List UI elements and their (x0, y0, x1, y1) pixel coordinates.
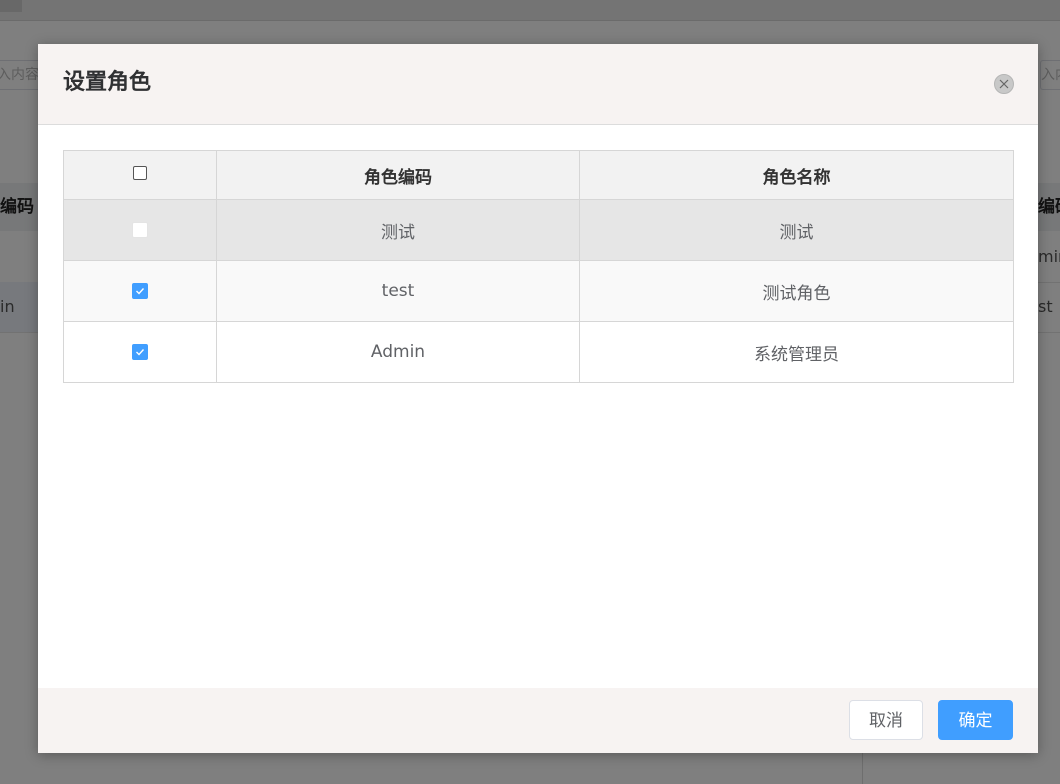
dialog-body: 角色编码 角色名称 测试 测试 test 测试角色 Admin 系统管理员 (63, 150, 1014, 383)
role-name-cell: 测试角色 (579, 260, 1014, 322)
set-role-dialog: 设置角色 角色编码 角色名称 测试 测试 test 测试角色 Admin 系统管… (38, 44, 1038, 753)
select-all-cell (63, 150, 217, 200)
select-cell (63, 260, 217, 322)
table-row[interactable]: test 测试角色 (63, 260, 1014, 322)
column-header-role-name: 角色名称 (579, 150, 1014, 200)
row-checkbox-disabled (132, 222, 148, 238)
table-row: 测试 测试 (63, 199, 1014, 261)
close-icon (999, 79, 1009, 89)
close-button[interactable] (994, 74, 1014, 94)
select-all-checkbox[interactable] (133, 166, 147, 180)
role-name-cell: 测试 (579, 199, 1014, 261)
confirm-button[interactable]: 确定 (938, 700, 1013, 740)
cancel-button[interactable]: 取消 (849, 700, 923, 740)
dialog-title: 设置角色 (63, 70, 152, 95)
role-code-cell: Admin (216, 321, 580, 383)
checkmark-icon (136, 288, 145, 295)
select-cell (63, 199, 217, 261)
column-header-role-code: 角色编码 (216, 150, 580, 200)
role-table: 角色编码 角色名称 测试 测试 test 测试角色 Admin 系统管理员 (63, 150, 1014, 383)
checkmark-icon (136, 349, 145, 356)
row-checkbox-checked[interactable] (132, 344, 148, 360)
dialog-footer: 取消 确定 (38, 688, 1038, 753)
table-row[interactable]: Admin 系统管理员 (63, 321, 1014, 383)
role-name-cell: 系统管理员 (579, 321, 1014, 383)
row-checkbox-checked[interactable] (132, 283, 148, 299)
table-header-row: 角色编码 角色名称 (63, 150, 1014, 200)
role-code-cell: test (216, 260, 580, 322)
dialog-header: 设置角色 (38, 44, 1038, 125)
role-code-cell: 测试 (216, 199, 580, 261)
select-cell (63, 321, 217, 383)
